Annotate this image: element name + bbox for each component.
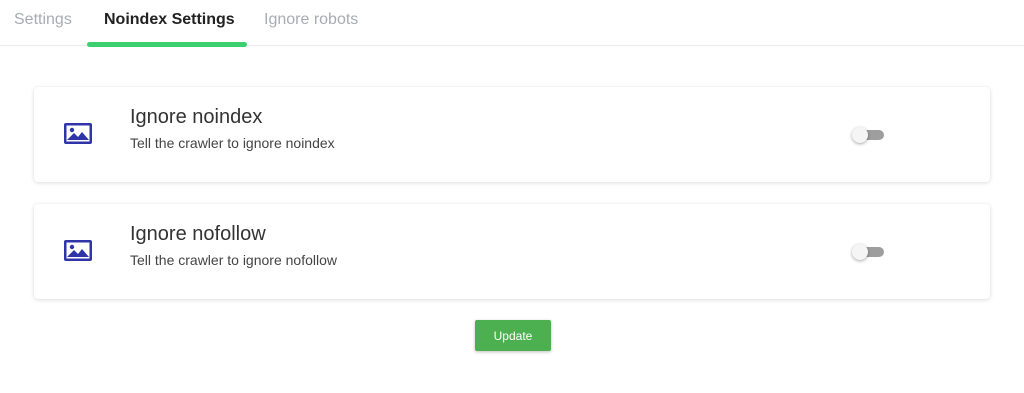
- toggle-knob: [852, 127, 868, 143]
- ignore-nofollow-toggle[interactable]: [852, 244, 884, 260]
- image-icon: [64, 123, 92, 144]
- ignore-noindex-toggle[interactable]: [852, 127, 884, 143]
- setting-description: Tell the crawler to ignore nofollow: [130, 252, 337, 268]
- active-tab-indicator: [87, 42, 247, 47]
- setting-card-ignore-noindex: Ignore noindex Tell the crawler to ignor…: [34, 87, 990, 182]
- update-button[interactable]: Update: [475, 320, 551, 351]
- tab-settings[interactable]: Settings: [14, 0, 72, 46]
- setting-title: Ignore noindex: [130, 106, 263, 128]
- tab-ignore-robots[interactable]: Ignore robots: [264, 0, 358, 46]
- setting-description: Tell the crawler to ignore noindex: [130, 135, 335, 151]
- toggle-knob: [852, 244, 868, 260]
- setting-card-ignore-nofollow: Ignore nofollow Tell the crawler to igno…: [34, 204, 990, 299]
- image-icon: [64, 240, 92, 261]
- tab-noindex-settings[interactable]: Noindex Settings: [104, 0, 235, 46]
- setting-title: Ignore nofollow: [130, 223, 266, 245]
- tab-bar: Settings Noindex Settings Ignore robots: [0, 0, 1024, 47]
